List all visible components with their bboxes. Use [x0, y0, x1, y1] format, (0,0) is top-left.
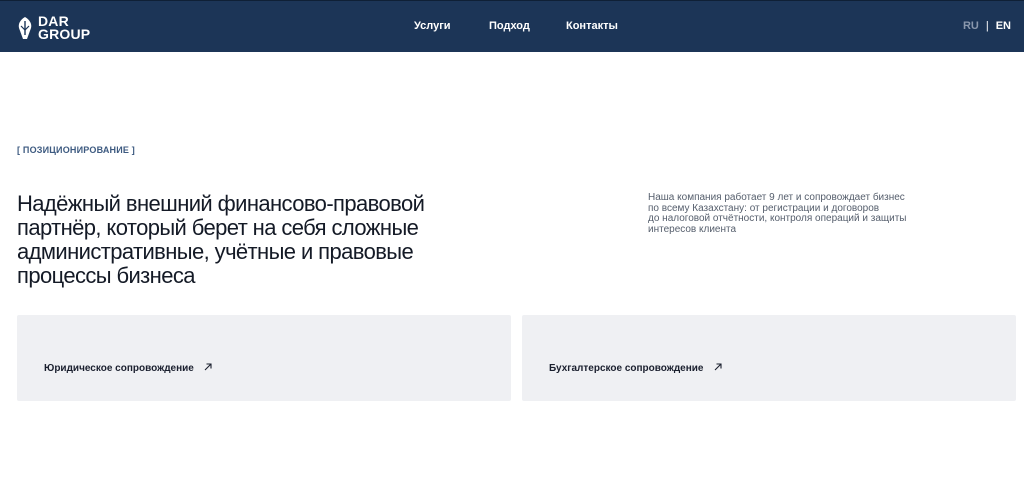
nav-item-contacts[interactable]: Контакты [566, 19, 618, 33]
lang-separator: | [985, 20, 989, 32]
main-nav: Услуги Подход Контакты [0, 19, 1024, 35]
card-label: Юридическое сопровождение [44, 363, 194, 374]
nav-item-services[interactable]: Услуги [414, 19, 451, 33]
site-header: DAR GROUP Услуги Подход Контакты RU | EN [0, 0, 1024, 52]
description-line: до налоговой отчётности, контроля операц… [648, 213, 907, 224]
description-line: Наша компания работает 9 лет и сопровожд… [648, 192, 905, 203]
description-line: интересов клиента [648, 223, 737, 235]
card-label-wrap: Бухгалтерское сопровождение [549, 363, 722, 374]
accounting-support-card[interactable]: Бухгалтерское сопровождение [522, 315, 1016, 401]
lang-en-option[interactable]: EN [996, 19, 1011, 33]
nav-item-approach[interactable]: Подход [489, 19, 530, 33]
legal-support-card[interactable]: Юридическое сопровождение [17, 315, 511, 401]
section-tag: [ ПОЗИЦИОНИРОВАНИЕ ] [17, 145, 135, 155]
arrow-up-right-icon [204, 363, 212, 374]
hero-headline: Надёжный внешний финансово-правовой парт… [17, 191, 425, 288]
card-label-wrap: Юридическое сопровождение [44, 363, 212, 374]
card-label: Бухгалтерское сопровождение [549, 363, 704, 374]
hero-description: Наша компания работает 9 лет и сопровожд… [648, 192, 948, 235]
language-switcher: RU | EN [963, 19, 1011, 33]
arrow-up-right-icon [714, 363, 722, 374]
lang-ru-option[interactable]: RU [963, 19, 979, 33]
